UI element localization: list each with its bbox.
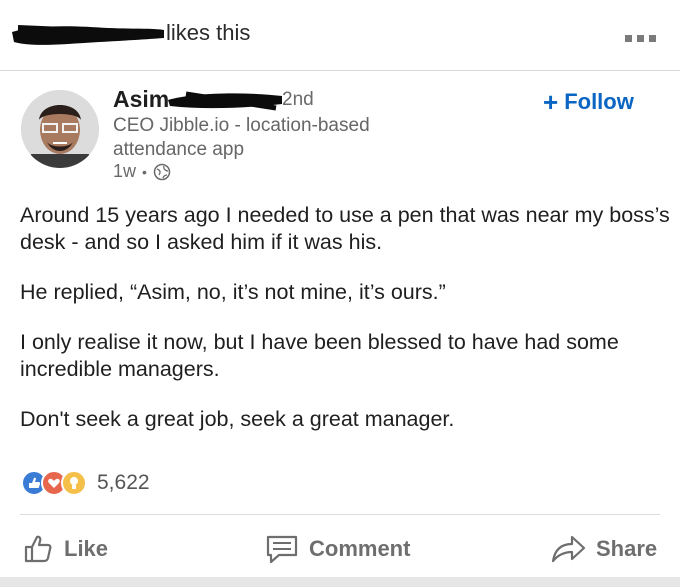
share-label: Share	[596, 536, 658, 561]
follow-label: Follow	[564, 89, 634, 114]
post-paragraph: Don't seek a great job, seek a great man…	[20, 407, 455, 431]
linkedin-post-card: likes this Asim 2nd CEO Jibble.io - loca…	[0, 0, 680, 587]
author-headline: CEO Jibble.io - location-based attendanc…	[113, 115, 370, 160]
post-time: 1w	[113, 161, 137, 181]
card-bottom-edge	[0, 577, 680, 587]
connection-degree: 2nd	[282, 89, 314, 110]
post-meta: 1w •	[113, 161, 171, 182]
post-paragraph: Around 15 years ago I needed to use a pe…	[20, 203, 670, 254]
post-body: Around 15 years ago I needed to use a pe…	[20, 202, 670, 456]
post-paragraph: He replied, “Asim, no, it’s not mine, it…	[20, 280, 446, 304]
like-label: Like	[64, 536, 109, 561]
reactions-summary[interactable]: 5,622	[21, 470, 150, 496]
comment-icon	[266, 535, 298, 564]
post-paragraph: I only realise it now, but I have been b…	[20, 330, 619, 381]
action-bar: Like Comment Share	[0, 525, 680, 575]
plus-icon: +	[543, 87, 559, 117]
activity-text: likes this	[166, 20, 251, 45]
globe-icon	[153, 163, 171, 180]
activity-bar: likes this	[0, 0, 680, 71]
like-button[interactable]: Like	[22, 533, 108, 565]
reaction-count: 5,622	[97, 471, 150, 494]
avatar[interactable]	[21, 90, 99, 168]
redaction-mark	[12, 25, 164, 45]
share-arrow-icon	[551, 535, 586, 563]
meta-separator: •	[142, 163, 147, 180]
comment-button[interactable]: Comment	[265, 533, 410, 565]
divider	[20, 514, 660, 515]
redaction-mark	[168, 91, 282, 111]
author-name[interactable]: Asim	[113, 86, 169, 113]
thumbs-up-icon	[24, 535, 52, 563]
comment-label: Comment	[309, 536, 411, 561]
more-options-icon[interactable]	[625, 33, 665, 43]
share-button[interactable]: Share	[550, 533, 657, 565]
insightful-icon	[61, 470, 87, 496]
follow-button[interactable]: + Follow	[543, 89, 634, 115]
